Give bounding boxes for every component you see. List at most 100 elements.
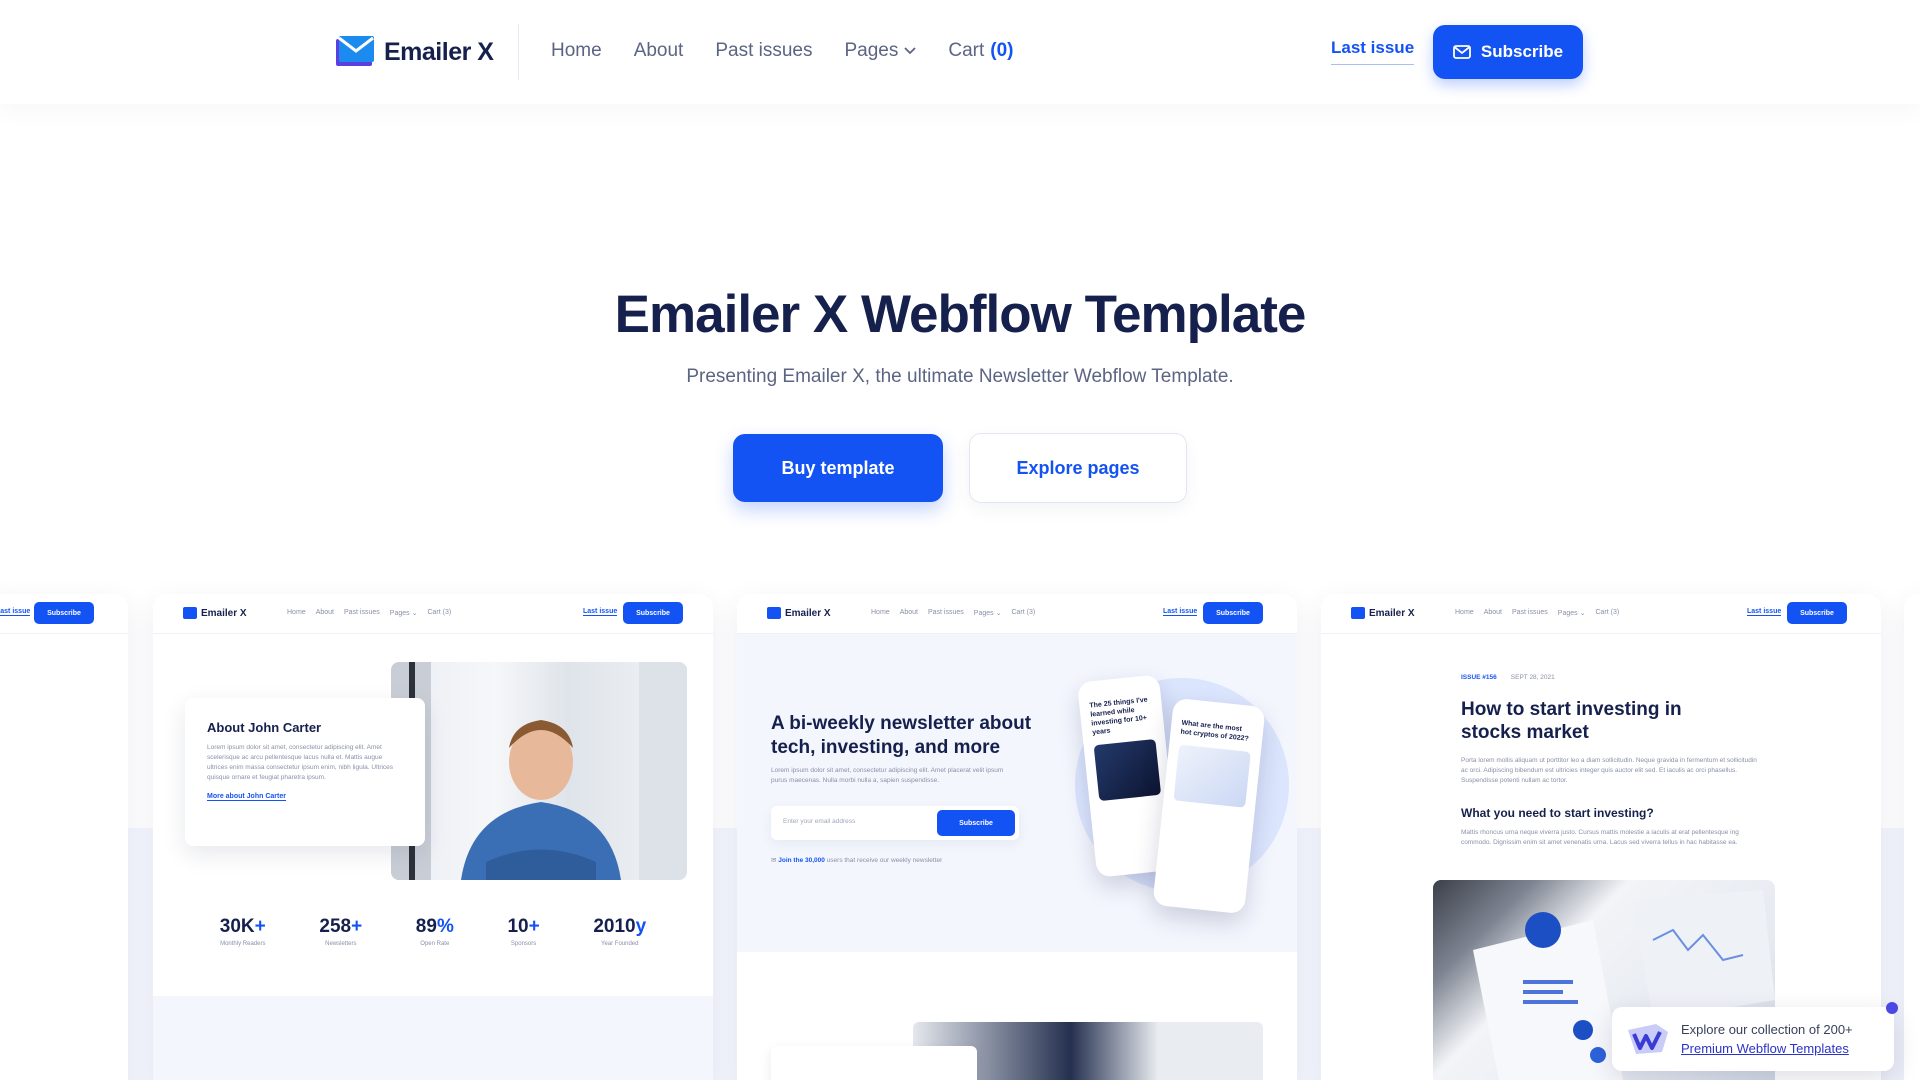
nav-link-cart[interactable]: Cart (0) — [948, 40, 1013, 62]
nav-link-pages-label: Pages — [844, 40, 899, 61]
promo-toast[interactable]: Explore our collection of 200+ Premium W… — [1612, 1007, 1894, 1071]
phone-article-image — [1093, 738, 1162, 802]
about-author-heading: About John Carter — [207, 720, 322, 735]
post-subheading: What you need to start investing? — [1461, 806, 1654, 820]
stat-label: Year Founded — [601, 941, 639, 947]
preview-nav-link: Pages ⌄ — [973, 610, 1002, 617]
preview-card-navbar: Emailer X Home About Past issues Pages ⌄… — [153, 594, 713, 634]
preview-card-navbar: Last issue Subscribe — [0, 594, 128, 634]
preview-section-card — [771, 1046, 977, 1080]
preview-logo: Emailer X — [767, 607, 831, 619]
brand-name: Emailer X — [384, 37, 494, 66]
phone-article-title: The 25 things I've learned while investi… — [1089, 696, 1149, 737]
post-paragraph: Porta lorem mollis aliquam ut porttitor … — [1461, 757, 1757, 784]
preview-card-navbar: Emailer X Home About Past issues Pages ⌄… — [737, 594, 1297, 634]
author-photo — [391, 662, 687, 880]
envelope-logo-icon — [767, 607, 781, 619]
phone-article-image — [1173, 744, 1251, 808]
premium-templates-link[interactable]: Premium Webflow Templates — [1681, 1039, 1853, 1058]
stat-number: 2010 — [593, 916, 636, 937]
stat-suffix: + — [254, 916, 266, 937]
envelope-logo-icon — [183, 607, 197, 619]
stat-number: 258 — [319, 916, 352, 937]
nav-link-home[interactable]: Home — [551, 40, 602, 62]
cart-count: (0) — [990, 40, 1014, 61]
preview-nav-link: Cart (3) — [1595, 609, 1620, 616]
preview-last-issue-link: Last issue — [1163, 608, 1198, 616]
subscriber-note-bold: Join the 30,000 — [778, 857, 825, 864]
stats-row: 30K+ Monthly Readers 258+ Newsletters 89… — [193, 916, 673, 947]
subscribe-button[interactable]: Subscribe — [1433, 25, 1583, 79]
preview-nav-link: Past issues — [1511, 609, 1548, 616]
stat-number: 89 — [415, 916, 437, 937]
preview-brand: Emailer X — [201, 607, 247, 619]
subscriber-note-text: users that receive our weekly newsletter — [824, 857, 943, 864]
main-nav: Home About Past issues Pages Cart (0) — [551, 40, 1014, 62]
preview-nav-link: Home — [871, 609, 890, 616]
nav-link-past-issues[interactable]: Past issues — [715, 40, 812, 62]
envelope-logo-icon — [1351, 607, 1365, 619]
mail-icon — [1452, 45, 1471, 59]
stat-label: Open Rate — [420, 941, 450, 947]
envelope-logo-icon — [336, 36, 374, 68]
newsletter-headline: A bi-weekly newsletter about tech, inves… — [771, 713, 1032, 758]
preview-subscribe-button: Subscribe — [1787, 602, 1847, 624]
preview-card-partial-left[interactable]: Last issue Subscribe — [0, 594, 128, 1080]
stat-suffix: + — [351, 916, 363, 937]
preview-nav-link: Cart (3) — [427, 609, 452, 616]
stat-label: Sponsors — [510, 941, 537, 947]
issue-meta: ISSUE #156 SEPT 28, 2021 — [1461, 674, 1555, 681]
preview-subscribe-button: Subscribe — [34, 602, 94, 624]
preview-nav-links: Home About Past issues Pages ⌄ Cart (3) — [871, 609, 1035, 617]
preview-subscribe-button: Subscribe — [623, 602, 683, 624]
preview-subscribe-button: Subscribe — [1203, 602, 1263, 624]
stat-suffix: y — [635, 916, 647, 937]
preview-nav-link: Cart (3) — [1011, 609, 1036, 616]
buy-template-button[interactable]: Buy template — [733, 434, 943, 502]
preview-nav-link: Past issues — [343, 609, 380, 616]
preview-nav-link: Home — [1455, 609, 1474, 616]
hero-subtitle: Presenting Emailer X, the ultimate Newsl… — [686, 366, 1234, 387]
form-subscribe-button: Subscribe — [937, 810, 1015, 836]
post-paragraph: Mattis rhoncus urna neque viverra justo.… — [1461, 829, 1739, 846]
preview-brand: Emailer X — [1369, 607, 1415, 619]
stat-suffix: % — [436, 916, 454, 937]
preview-nav-link: About — [315, 609, 334, 616]
preview-last-issue-link: Last issue — [583, 608, 618, 616]
preview-logo: Emailer X — [1351, 607, 1415, 619]
last-issue-link[interactable]: Last issue — [1331, 38, 1415, 65]
phone-article-title: What are the most hot cryptos of 2022? — [1180, 719, 1250, 743]
preview-nav-link: Past issues — [927, 609, 964, 616]
preview-card-about[interactable]: Emailer X Home About Past issues Pages ⌄… — [153, 594, 713, 1080]
stat-item: 89% Open Rate — [416, 916, 454, 947]
post-title: How to start investing in stocks market — [1461, 699, 1682, 743]
preview-nav-links: Home About Past issues Pages ⌄ Cart (3) — [1455, 609, 1619, 617]
stat-number: 30K — [219, 916, 255, 937]
more-about-link: More about John Carter — [207, 793, 286, 801]
explore-pages-button[interactable]: Explore pages — [969, 433, 1187, 503]
issue-date: SEPT 28, 2021 — [1510, 674, 1555, 681]
newsletter-description: Lorem ipsum dolor sit amet, consectetur … — [771, 767, 1004, 784]
webflow-templates-icon — [1628, 1024, 1668, 1054]
stat-suffix: + — [528, 916, 540, 937]
hero-title: Emailer X Webflow Template — [614, 285, 1307, 344]
nav-link-about[interactable]: About — [634, 40, 684, 62]
about-author-card: About John Carter Lorem ipsum dolor sit … — [185, 698, 425, 846]
chevron-down-icon — [904, 47, 917, 55]
promo-text: Explore our collection of 200+ — [1681, 1022, 1853, 1037]
email-subscribe-form: Enter your email address Subscribe — [771, 806, 1019, 840]
preview-card-partial-right[interactable] — [1904, 594, 1920, 1080]
preview-nav-links: Home About Past issues Pages ⌄ Cart (3) — [287, 609, 451, 617]
preview-brand: Emailer X — [785, 607, 831, 619]
subscribe-label: Subscribe — [1480, 42, 1564, 61]
preview-nav-link: Pages ⌄ — [1557, 610, 1586, 617]
stat-label: Newsletters — [325, 941, 357, 947]
cart-label: Cart — [948, 40, 985, 61]
preview-card-home[interactable]: Emailer X Home About Past issues Pages ⌄… — [737, 594, 1297, 1080]
promo-text-block: Explore our collection of 200+ Premium W… — [1681, 1020, 1853, 1058]
brand-logo[interactable]: Emailer X — [336, 36, 494, 68]
preview-nav-link: Home — [287, 609, 306, 616]
nav-link-pages-dropdown[interactable]: Pages — [845, 40, 917, 62]
preview-nav-link: About — [1483, 609, 1502, 616]
preview-last-issue-link: Last issue — [0, 608, 31, 616]
